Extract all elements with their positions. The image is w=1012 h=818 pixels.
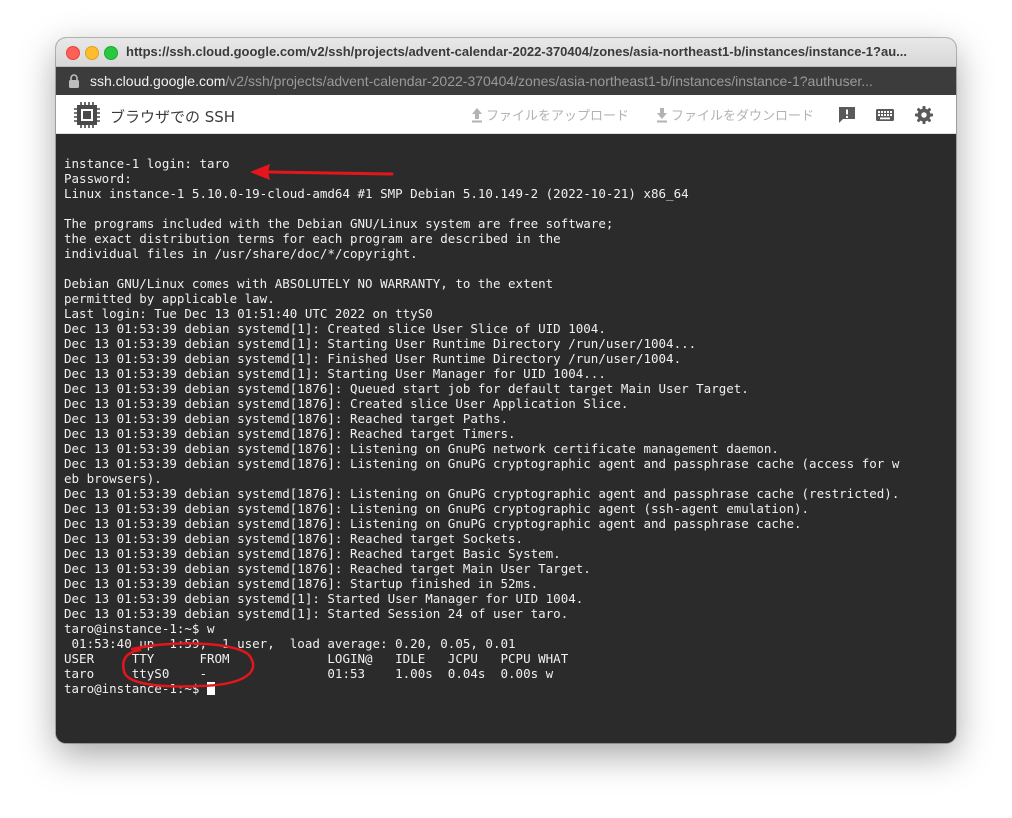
terminal-line: the exact distribution terms for each pr… xyxy=(64,231,561,246)
zoom-button[interactable] xyxy=(104,46,118,60)
terminal-line: Dec 13 01:53:39 debian systemd[1876]: Li… xyxy=(64,486,900,501)
terminal-line: Dec 13 01:53:39 debian systemd[1876]: Li… xyxy=(64,501,810,516)
terminal-line: Last login: Tue Dec 13 01:51:40 UTC 2022… xyxy=(64,306,433,321)
window-title: https://ssh.cloud.google.com/v2/ssh/proj… xyxy=(126,44,907,59)
download-file-button[interactable]: ファイルをダウンロード xyxy=(656,105,814,124)
address-bar[interactable]: ssh.cloud.google.com/v2/ssh/projects/adv… xyxy=(56,67,956,95)
upload-arrow-icon xyxy=(472,107,482,122)
lock-icon xyxy=(69,74,79,88)
terminal-line: Debian GNU/Linux comes with ABSOLUTELY N… xyxy=(64,276,554,291)
app-title: ブラウザでの SSH xyxy=(110,108,236,126)
terminal-line: Dec 13 01:53:39 debian systemd[1876]: Re… xyxy=(64,411,509,426)
terminal-line: instance-1 login: taro xyxy=(64,156,230,171)
terminal-line: Dec 13 01:53:39 debian systemd[1876]: Cr… xyxy=(64,396,629,411)
terminal-output: instance-1 login: taro Password: Linux i… xyxy=(64,156,899,696)
terminal-line: Dec 13 01:53:39 debian systemd[1]: Start… xyxy=(64,336,697,351)
url-path: /v2/ssh/projects/advent-calendar-2022-37… xyxy=(225,73,873,89)
close-button[interactable] xyxy=(66,46,80,60)
keyboard-icon[interactable] xyxy=(875,105,895,125)
terminal-line: Dec 13 01:53:39 debian systemd[1876]: Li… xyxy=(64,441,779,456)
terminal-line: Password: xyxy=(64,171,132,186)
terminal-line: Dec 13 01:53:39 debian systemd[1]: Finis… xyxy=(64,351,682,366)
ssh-toolbar: ブラウザでの SSH ファイルをアップロード ファイルをダウンロード xyxy=(56,95,956,134)
chip-icon xyxy=(74,102,100,128)
terminal-line: Dec 13 01:53:39 debian systemd[1876]: Li… xyxy=(64,456,900,471)
terminal-line: Dec 13 01:53:39 debian systemd[1]: Creat… xyxy=(64,321,606,336)
terminal-line: permitted by applicable law. xyxy=(64,291,275,306)
terminal-lines: instance-1 login: taro Password: Linux i… xyxy=(64,156,899,681)
upload-file-button[interactable]: ファイルをアップロード xyxy=(471,105,629,124)
feedback-icon[interactable] xyxy=(837,105,857,125)
terminal-line: Dec 13 01:53:39 debian systemd[1]: Start… xyxy=(64,366,606,381)
terminal-line: 01:53:40 up 1:59, 1 user, load average: … xyxy=(71,636,516,651)
browser-window: https://ssh.cloud.google.com/v2/ssh/proj… xyxy=(56,38,956,743)
terminal-line: Dec 13 01:53:39 debian systemd[1876]: St… xyxy=(64,576,539,591)
terminal-line: Dec 13 01:53:39 debian systemd[1876]: Re… xyxy=(64,546,561,561)
url-host: ssh.cloud.google.com xyxy=(90,73,226,89)
download-file-label: ファイルをダウンロード xyxy=(671,109,815,124)
terminal-line: Dec 13 01:53:39 debian systemd[1876]: Re… xyxy=(64,531,524,546)
shell-prompt: taro@instance-1:~$ xyxy=(64,681,207,696)
terminal-line: Dec 13 01:53:39 debian systemd[1876]: Qu… xyxy=(64,381,749,396)
terminal-line: USER TTY FROM LOGIN@ IDLE JCPU PCPU WHAT xyxy=(64,651,569,666)
minimize-button[interactable] xyxy=(85,46,99,60)
url-text[interactable]: ssh.cloud.google.com/v2/ssh/projects/adv… xyxy=(90,73,940,89)
title-bar: https://ssh.cloud.google.com/v2/ssh/proj… xyxy=(56,38,956,67)
terminal-cursor xyxy=(207,682,215,695)
download-arrow-icon xyxy=(657,107,667,122)
terminal-line: Dec 13 01:53:39 debian systemd[1876]: Li… xyxy=(64,516,802,531)
terminal-line: The programs included with the Debian GN… xyxy=(64,216,614,231)
terminal-line: taro@instance-1:~$ w xyxy=(64,621,215,636)
terminal-line: Dec 13 01:53:39 debian systemd[1]: Start… xyxy=(64,606,569,621)
terminal[interactable]: instance-1 login: taro Password: Linux i… xyxy=(56,134,956,743)
terminal-line: taro ttyS0 - 01:53 1.00s 0.04s 0.00s w xyxy=(64,666,554,681)
terminal-line: eb browsers). xyxy=(64,471,162,486)
terminal-line: individual files in /usr/share/doc/*/cop… xyxy=(64,246,418,261)
terminal-line: Dec 13 01:53:39 debian systemd[1876]: Re… xyxy=(64,426,516,441)
gear-icon[interactable] xyxy=(914,105,934,125)
upload-file-label: ファイルをアップロード xyxy=(486,109,630,124)
terminal-line: Linux instance-1 5.10.0-19-cloud-amd64 #… xyxy=(64,186,689,201)
terminal-line: Dec 13 01:53:39 debian systemd[1]: Start… xyxy=(64,591,584,606)
terminal-line: Dec 13 01:53:39 debian systemd[1876]: Re… xyxy=(64,561,591,576)
